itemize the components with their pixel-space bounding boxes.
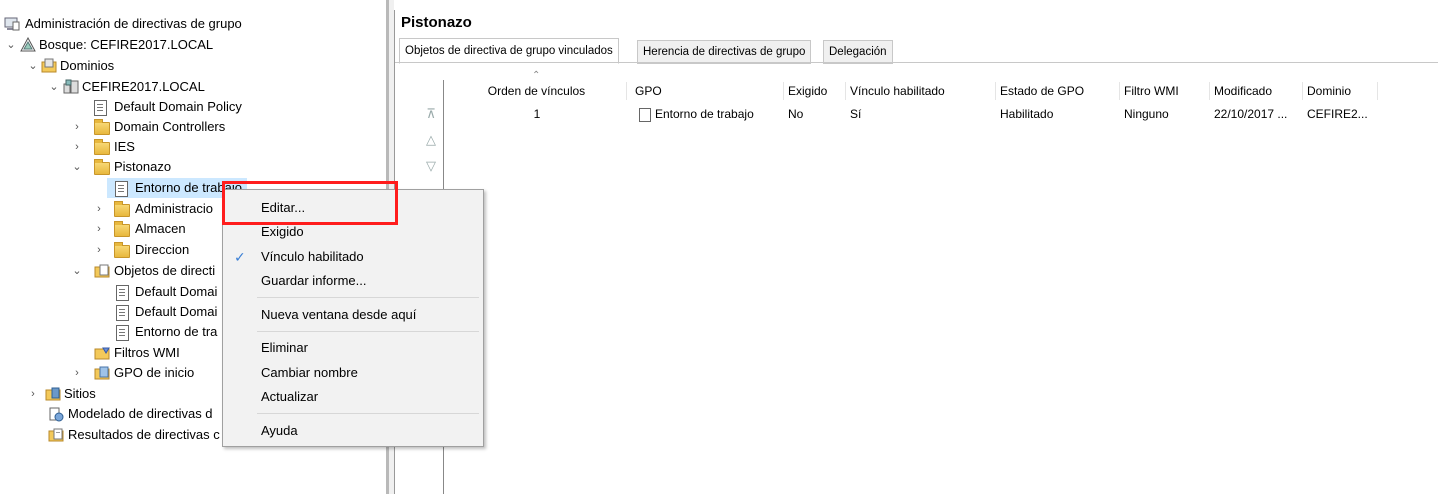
chevron-down-icon[interactable]: ⌄: [5, 35, 17, 55]
menu-separator: [257, 331, 479, 332]
gpo-link-icon: [639, 107, 651, 122]
chevron-down-icon[interactable]: ⌄: [71, 157, 83, 177]
column-header[interactable]: Modificado: [1210, 82, 1303, 100]
move-top-icon[interactable]: ⊼: [423, 106, 439, 122]
menu-item-eliminar[interactable]: Eliminar: [223, 336, 483, 360]
ou-folder-icon: [94, 159, 110, 175]
column-header[interactable]: Estado de GPO: [996, 82, 1120, 100]
details-pane: Pistonazo Objetos de directiva de grupo …: [394, 10, 1438, 494]
tree-label: Objetos de directi: [114, 263, 216, 278]
tree-label: Domain Controllers: [114, 119, 226, 134]
tree-label: Entorno de tra: [135, 324, 218, 339]
chevron-down-icon[interactable]: ⌄: [27, 56, 39, 76]
cell-gpo-name: Entorno de trabajo: [655, 107, 754, 121]
tree-label: Administración de directivas de grupo: [25, 16, 242, 31]
tree-label: IES: [114, 139, 135, 154]
menu-item-cambiar-nombre[interactable]: Cambiar nombre: [223, 361, 483, 385]
menu-item-nueva-ventana[interactable]: Nueva ventana desde aquí: [223, 303, 483, 327]
menu-item-guardar-informe[interactable]: Guardar informe...: [223, 269, 483, 293]
ou-folder-icon: [114, 221, 130, 237]
checkmark-icon: ✓: [234, 249, 246, 265]
gpmc-icon: [4, 16, 20, 32]
ou-folder-icon: [94, 139, 110, 155]
wmi-folder-icon: [94, 345, 110, 361]
menu-item-vinculo-habilitado[interactable]: ✓ Vínculo habilitado: [223, 245, 483, 269]
starter-gpo-icon: [94, 365, 110, 381]
column-header[interactable]: Vínculo habilitado: [846, 82, 996, 100]
domain-icon: [63, 79, 79, 95]
gpo-folder-icon: [94, 263, 110, 279]
cell-estado: Habilitado: [1000, 107, 1054, 121]
chevron-right-icon[interactable]: ›: [27, 384, 39, 404]
tab-objetos-vinculados[interactable]: Objetos de directiva de grupo vinculados: [399, 38, 619, 64]
cell-exigido: No: [788, 107, 804, 121]
annotation-highlight-box: [222, 181, 398, 225]
gpo-icon: [116, 285, 129, 301]
column-header[interactable]: Dominio: [1303, 82, 1378, 100]
column-header[interactable]: Filtro WMI: [1120, 82, 1210, 100]
tree-label: Almacen: [135, 221, 186, 236]
ou-folder-icon: [114, 201, 130, 217]
gpo-icon: [116, 305, 129, 321]
sort-ascending-icon: ⌃: [532, 70, 541, 81]
tree-label: Dominios: [60, 58, 115, 73]
menu-separator: [257, 413, 479, 414]
tree-label: Bosque: CEFIRE2017.LOCAL: [39, 37, 214, 52]
context-menu: Editar... Exigido ✓ Vínculo habilitado G…: [222, 189, 484, 447]
tree-label: Filtros WMI: [114, 345, 180, 360]
domains-icon: [41, 58, 57, 74]
menu-item-actualizar[interactable]: Actualizar: [223, 385, 483, 409]
ou-folder-icon: [94, 119, 110, 135]
ou-folder-icon: [114, 242, 130, 258]
chevron-down-icon[interactable]: ⌄: [48, 77, 60, 97]
tree-label: GPO de inicio: [114, 365, 195, 380]
modeling-icon: [48, 406, 64, 422]
move-up-icon[interactable]: △: [423, 132, 439, 148]
cell-filtro-wmi: Ninguno: [1124, 107, 1169, 121]
cell-vinculo: Sí: [850, 107, 862, 121]
tree-label: Pistonazo: [114, 159, 172, 174]
tree-label: Resultados de directivas c: [68, 427, 220, 442]
page-title: Pistonazo: [401, 14, 472, 31]
chevron-right-icon[interactable]: ›: [71, 117, 83, 137]
cell-modificado: 22/10/2017 ...: [1214, 107, 1288, 121]
menu-item-ayuda[interactable]: Ayuda: [223, 419, 483, 443]
gpo-icon: [116, 325, 129, 341]
chevron-right-icon[interactable]: ›: [71, 137, 83, 157]
chevron-right-icon[interactable]: ›: [71, 363, 83, 383]
tab-herencia[interactable]: Herencia de directivas de grupo: [637, 40, 812, 64]
gpo-link-icon: [94, 100, 107, 116]
tree-label: Direccion: [135, 242, 190, 257]
gpo-link-icon: [115, 181, 128, 197]
chevron-down-icon[interactable]: ⌄: [71, 261, 83, 281]
column-header[interactable]: GPO: [631, 82, 784, 100]
cell-link-order: 1: [533, 107, 541, 121]
cell-dominio: CEFIRE2...: [1307, 107, 1368, 121]
chevron-right-icon[interactable]: ›: [93, 240, 105, 260]
column-header[interactable]: Exigido: [784, 82, 846, 100]
cell-gpo: Entorno de trabajo: [635, 105, 785, 123]
column-header[interactable]: Orden de vínculos: [447, 82, 627, 100]
sites-icon: [45, 386, 61, 402]
tree-label: Administracio: [135, 201, 214, 216]
tree-label: Default Domain Policy: [114, 99, 242, 114]
tree-label: Default Domai: [135, 284, 218, 299]
tree-label: Modelado de directivas d: [68, 406, 213, 421]
forest-icon: [20, 36, 36, 53]
results-icon: [48, 427, 64, 443]
chevron-right-icon[interactable]: ›: [93, 199, 105, 219]
move-down-icon[interactable]: ▽: [423, 158, 439, 174]
chevron-right-icon[interactable]: ›: [93, 219, 105, 239]
tree-label: Sitios: [64, 386, 96, 401]
top-margin: [394, 0, 1438, 10]
tree-label: CEFIRE2017.LOCAL: [82, 79, 205, 94]
tab-delegacion[interactable]: Delegación: [823, 40, 893, 64]
tree-label: Default Domai: [135, 304, 218, 319]
menu-separator: [257, 297, 479, 298]
tab-divider: [395, 62, 1438, 63]
